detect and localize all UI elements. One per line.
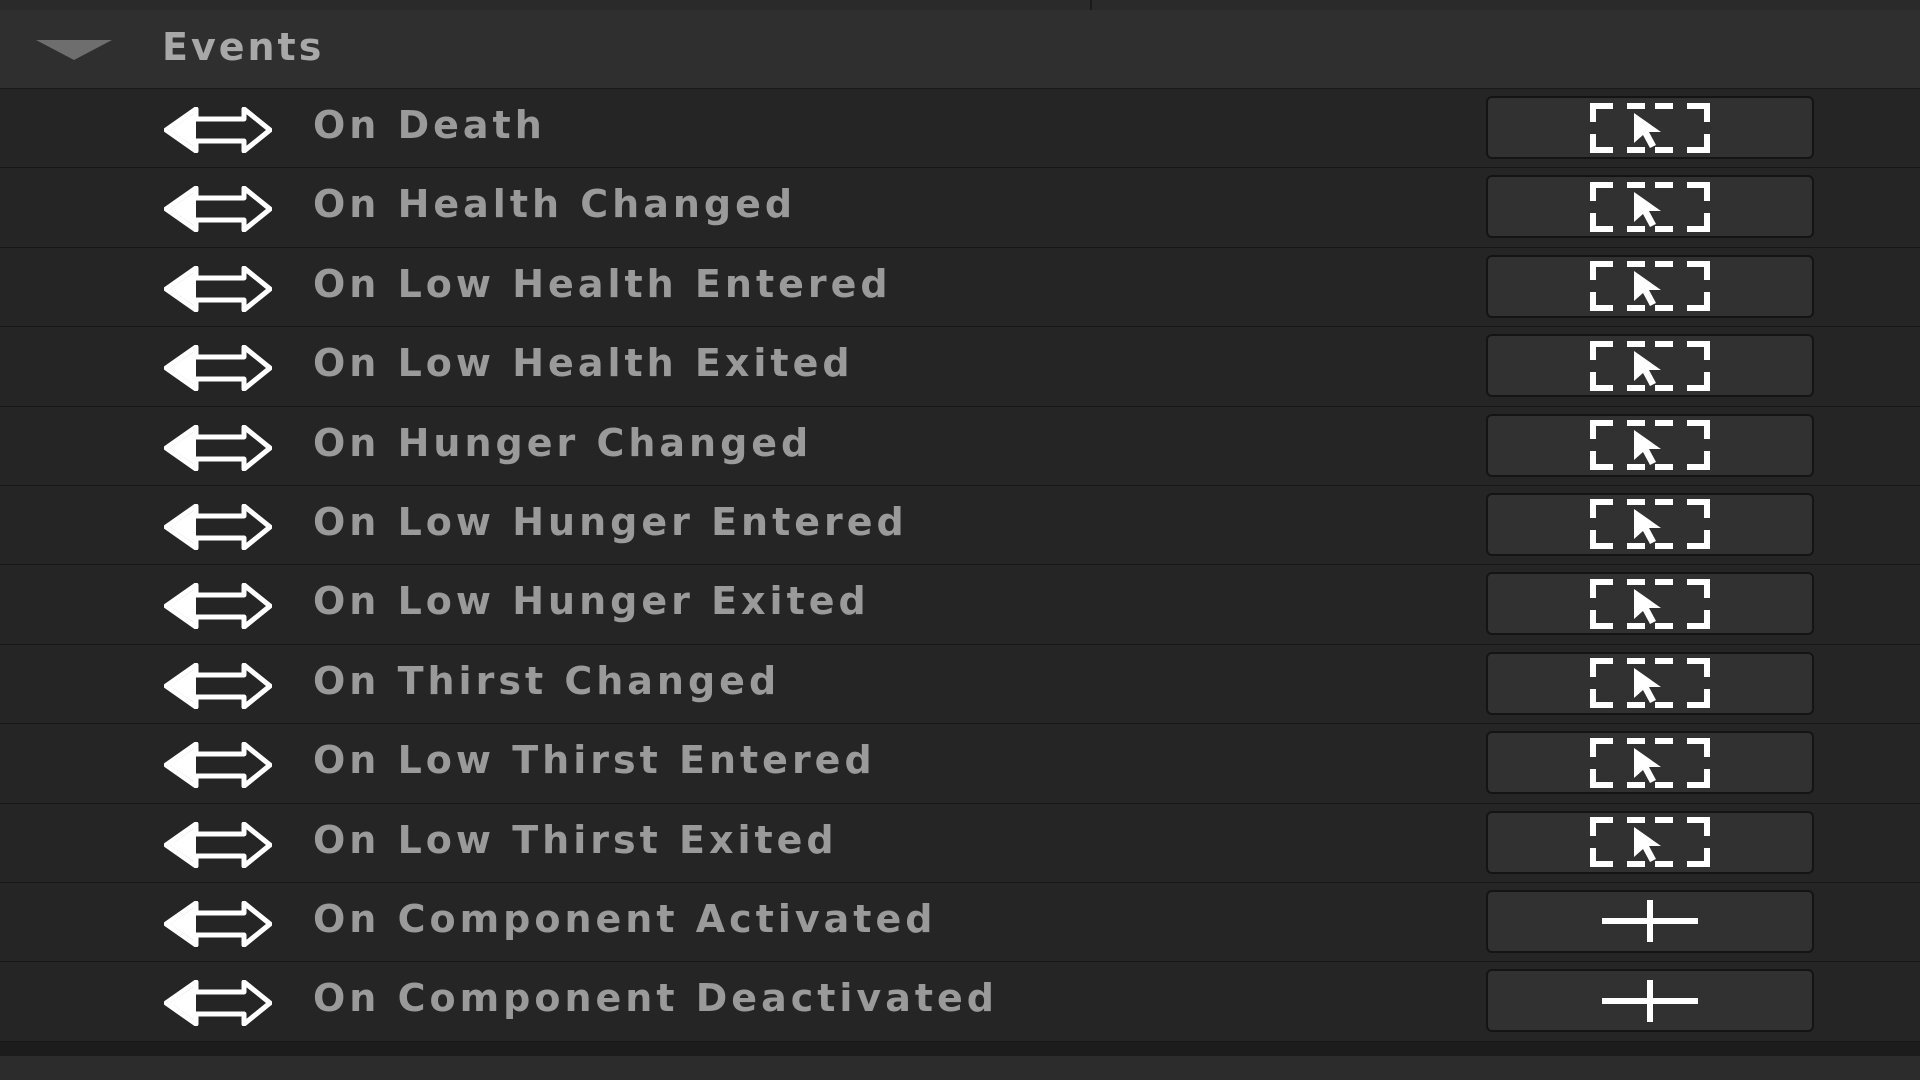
event-diamond-arrow-icon [163, 582, 273, 630]
select-event-button[interactable] [1486, 96, 1814, 159]
select-cursor-icon [1590, 340, 1710, 391]
select-cursor-icon [1590, 817, 1710, 868]
events-section-header[interactable]: Events [0, 10, 1920, 89]
select-event-button[interactable] [1486, 413, 1814, 477]
event-row: On Component Activated [0, 882, 1920, 963]
event-diamond-arrow-icon [163, 106, 273, 154]
select-event-button[interactable] [1486, 731, 1814, 795]
event-diamond-arrow-icon [163, 900, 273, 948]
event-row: On Low Hunger Exited [0, 565, 1920, 645]
select-cursor-icon [1590, 420, 1710, 471]
event-label: On Low Health Exited [313, 341, 854, 386]
event-diamond-arrow-icon [163, 185, 273, 233]
event-row: On Low Thirst Entered [0, 724, 1920, 804]
event-row: On Low Hunger Entered [0, 485, 1920, 566]
event-row: On Hunger Changed [0, 406, 1920, 486]
select-event-button[interactable] [1486, 334, 1814, 398]
event-diamond-arrow-icon [163, 503, 273, 551]
event-row: On Thirst Changed [0, 644, 1920, 725]
select-cursor-icon [1590, 102, 1710, 153]
select-cursor-icon [1590, 181, 1710, 232]
bottom-strip [0, 1056, 1920, 1080]
select-event-button[interactable] [1486, 492, 1814, 556]
event-label: On Low Hunger Entered [313, 499, 908, 544]
events-list: On Death On Health Changed On Low Health E… [0, 89, 1920, 1042]
event-row: On Low Health Exited [0, 327, 1920, 407]
column-splitter[interactable] [1090, 0, 1092, 10]
event-label: On Thirst Changed [313, 658, 781, 703]
triangle-down-icon[interactable] [36, 40, 112, 60]
event-diamond-arrow-icon [163, 662, 273, 710]
select-event-button[interactable] [1486, 810, 1814, 874]
event-row: On Health Changed [0, 168, 1920, 248]
event-label: On Low Hunger Exited [313, 579, 870, 624]
event-label: On Hunger Changed [313, 420, 813, 465]
event-diamond-arrow-icon [163, 265, 273, 313]
add-event-button[interactable] [1486, 969, 1814, 1033]
event-label: On Low Thirst Exited [313, 817, 838, 862]
select-cursor-icon [1590, 578, 1710, 629]
event-label: On Low Health Entered [313, 261, 892, 306]
select-cursor-icon [1590, 499, 1710, 550]
event-diamond-arrow-icon [163, 979, 273, 1027]
event-diamond-arrow-icon [163, 741, 273, 789]
section-title: Events [162, 25, 325, 69]
select-cursor-icon [1590, 737, 1710, 788]
event-label: On Component Deactivated [313, 976, 998, 1021]
event-label: On Health Changed [313, 182, 797, 227]
select-event-button[interactable] [1486, 175, 1814, 239]
select-event-button[interactable] [1486, 254, 1814, 318]
event-diamond-arrow-icon [163, 821, 273, 869]
event-label: On Component Activated [313, 896, 937, 941]
details-panel: Events On Death On Health Changed On Low H… [0, 10, 1920, 1042]
select-cursor-icon [1590, 261, 1710, 312]
event-row: On Low Health Entered [0, 247, 1920, 328]
plus-icon [1600, 978, 1700, 1024]
select-event-button[interactable] [1486, 572, 1814, 636]
event-label: On Death [313, 103, 546, 147]
event-row: On Death [0, 89, 1920, 169]
plus-icon [1600, 898, 1700, 944]
event-label: On Low Thirst Entered [313, 738, 876, 783]
select-event-button[interactable] [1486, 651, 1814, 715]
event-diamond-arrow-icon [163, 424, 273, 472]
event-diamond-arrow-icon [163, 344, 273, 392]
event-row: On Low Thirst Exited [0, 803, 1920, 883]
select-cursor-icon [1590, 658, 1710, 709]
event-row: On Component Deactivated [0, 962, 1920, 1042]
add-event-button[interactable] [1486, 889, 1814, 953]
